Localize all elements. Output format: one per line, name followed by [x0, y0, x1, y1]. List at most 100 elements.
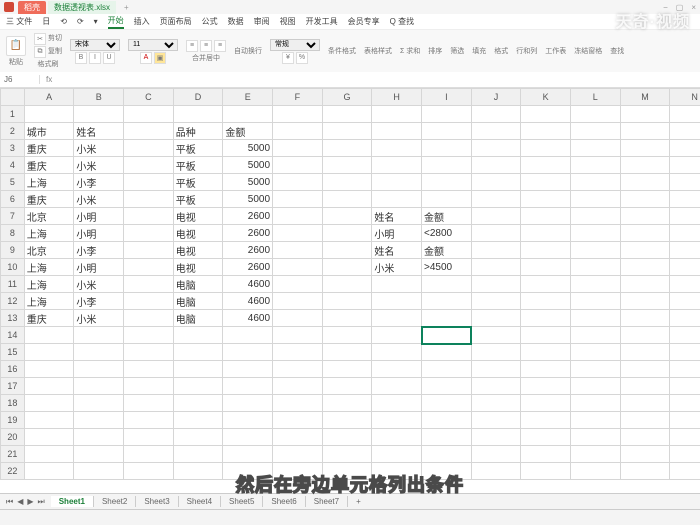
- cell-D10[interactable]: 电视: [173, 259, 223, 276]
- row-header-1[interactable]: 1: [1, 106, 25, 123]
- cell-L18[interactable]: [570, 395, 620, 412]
- cell-G5[interactable]: [322, 174, 372, 191]
- cell-D2[interactable]: 品种: [173, 123, 223, 140]
- menu-item[interactable]: ⟲: [60, 17, 67, 26]
- cell-E1[interactable]: [223, 106, 273, 123]
- cell-J16[interactable]: [471, 361, 521, 378]
- cell-F2[interactable]: [273, 123, 323, 140]
- cell-B21[interactable]: [74, 446, 124, 463]
- menu-item[interactable]: 视图: [280, 16, 296, 27]
- name-box[interactable]: J6: [0, 75, 40, 84]
- cell-B17[interactable]: [74, 378, 124, 395]
- cell-I8[interactable]: <2800: [422, 225, 472, 242]
- cell-L19[interactable]: [570, 412, 620, 429]
- font-select[interactable]: 宋体: [70, 39, 120, 51]
- cell-J20[interactable]: [471, 429, 521, 446]
- cell-M14[interactable]: [620, 327, 670, 344]
- cell-A2[interactable]: 城市: [24, 123, 74, 140]
- formula-input[interactable]: [58, 75, 700, 84]
- align-right-button[interactable]: ≡: [214, 40, 226, 52]
- cell-G10[interactable]: [322, 259, 372, 276]
- cell-D12[interactable]: 电脑: [173, 293, 223, 310]
- cell-J11[interactable]: [471, 276, 521, 293]
- cell-N21[interactable]: [670, 446, 700, 463]
- row-header-20[interactable]: 20: [1, 429, 25, 446]
- cell-E12[interactable]: 4600: [223, 293, 273, 310]
- sheet-nav-button[interactable]: ◀: [17, 497, 23, 507]
- sum-button[interactable]: Σ 求和: [400, 46, 420, 56]
- cell-N9[interactable]: [670, 242, 700, 259]
- row-header-15[interactable]: 15: [1, 344, 25, 361]
- cell-H10[interactable]: 小米: [372, 259, 422, 276]
- cell-H12[interactable]: [372, 293, 422, 310]
- cell-M2[interactable]: [620, 123, 670, 140]
- cell-H21[interactable]: [372, 446, 422, 463]
- cell-E10[interactable]: 2600: [223, 259, 273, 276]
- cell-M8[interactable]: [620, 225, 670, 242]
- size-select[interactable]: 11: [128, 39, 178, 51]
- cell-M3[interactable]: [620, 140, 670, 157]
- cell-I2[interactable]: [422, 123, 472, 140]
- cell-K15[interactable]: [521, 344, 571, 361]
- cell-J12[interactable]: [471, 293, 521, 310]
- cell-K17[interactable]: [521, 378, 571, 395]
- cell-K7[interactable]: [521, 208, 571, 225]
- cell-H4[interactable]: [372, 157, 422, 174]
- sheet-tab[interactable]: Sheet6: [263, 496, 305, 507]
- row-header-8[interactable]: 8: [1, 225, 25, 242]
- cell-K4[interactable]: [521, 157, 571, 174]
- cell-B22[interactable]: [74, 463, 124, 480]
- cell-D13[interactable]: 电脑: [173, 310, 223, 327]
- menu-item[interactable]: Q 查找: [390, 16, 414, 27]
- cell-J8[interactable]: [471, 225, 521, 242]
- cell-D7[interactable]: 电视: [173, 208, 223, 225]
- cell-L9[interactable]: [570, 242, 620, 259]
- cell-K1[interactable]: [521, 106, 571, 123]
- cell-G11[interactable]: [322, 276, 372, 293]
- cell-A3[interactable]: 重庆: [24, 140, 74, 157]
- cell-N7[interactable]: [670, 208, 700, 225]
- cell-D4[interactable]: 平板: [173, 157, 223, 174]
- cell-E11[interactable]: 4600: [223, 276, 273, 293]
- cell-M18[interactable]: [620, 395, 670, 412]
- cell-G16[interactable]: [322, 361, 372, 378]
- cell-D19[interactable]: [173, 412, 223, 429]
- cell-J14[interactable]: [471, 327, 521, 344]
- cell-C7[interactable]: [124, 208, 174, 225]
- cell-K20[interactable]: [521, 429, 571, 446]
- cell-D20[interactable]: [173, 429, 223, 446]
- cell-G12[interactable]: [322, 293, 372, 310]
- cell-N16[interactable]: [670, 361, 700, 378]
- cell-J21[interactable]: [471, 446, 521, 463]
- cell-D5[interactable]: 平板: [173, 174, 223, 191]
- tab-add-icon[interactable]: +: [118, 3, 135, 12]
- cell-D22[interactable]: [173, 463, 223, 480]
- copy-button[interactable]: ⧉: [34, 46, 46, 58]
- cell-L8[interactable]: [570, 225, 620, 242]
- cell-C19[interactable]: [124, 412, 174, 429]
- cell-B20[interactable]: [74, 429, 124, 446]
- cell-G6[interactable]: [322, 191, 372, 208]
- row-header-5[interactable]: 5: [1, 174, 25, 191]
- cell-G20[interactable]: [322, 429, 372, 446]
- format-painter-label[interactable]: 格式刷: [38, 59, 59, 69]
- cell-G17[interactable]: [322, 378, 372, 395]
- fill-button[interactable]: 填充: [472, 46, 486, 56]
- find-button[interactable]: 查找: [610, 46, 624, 56]
- cell-A18[interactable]: [24, 395, 74, 412]
- cell-G8[interactable]: [322, 225, 372, 242]
- cell-F6[interactable]: [273, 191, 323, 208]
- cell-F7[interactable]: [273, 208, 323, 225]
- cell-M13[interactable]: [620, 310, 670, 327]
- cell-H19[interactable]: [372, 412, 422, 429]
- cell-J10[interactable]: [471, 259, 521, 276]
- cell-A7[interactable]: 北京: [24, 208, 74, 225]
- sheet-nav-button[interactable]: ⏭: [38, 497, 45, 507]
- cell-E19[interactable]: [223, 412, 273, 429]
- cell-H1[interactable]: [372, 106, 422, 123]
- cell-L4[interactable]: [570, 157, 620, 174]
- cell-E7[interactable]: 2600: [223, 208, 273, 225]
- cell-L6[interactable]: [570, 191, 620, 208]
- cell-N2[interactable]: [670, 123, 700, 140]
- cell-I18[interactable]: [422, 395, 472, 412]
